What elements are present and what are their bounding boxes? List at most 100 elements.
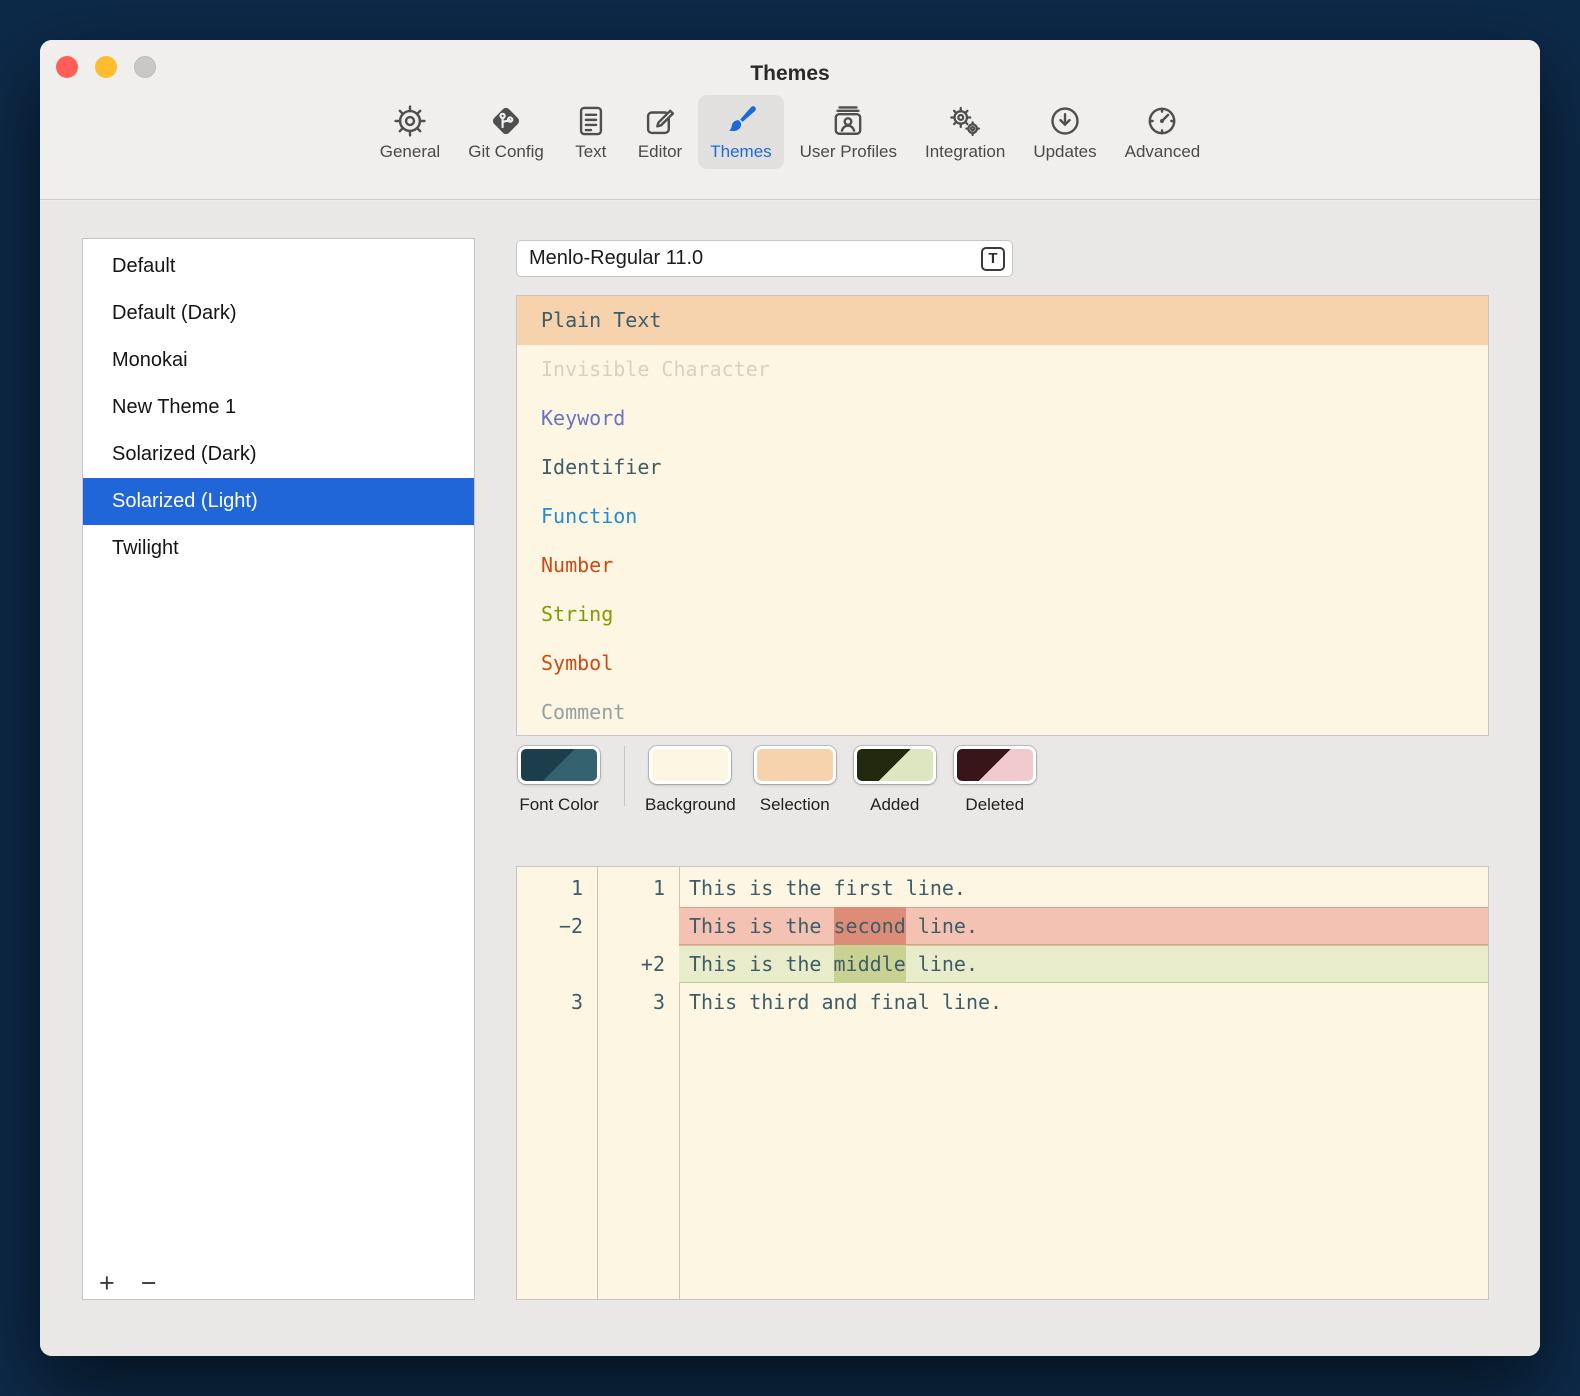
download-circle-icon	[1047, 103, 1083, 139]
font-field[interactable]: Menlo-Regular 11.0 T	[516, 240, 1013, 277]
diff-line-text: This is the middle line.	[679, 945, 1488, 983]
theme-list-item-twilight[interactable]: Twilight	[83, 525, 474, 572]
text-document-icon	[573, 103, 609, 139]
toolbar-item-label: Integration	[925, 142, 1005, 162]
editor-pencil-icon	[642, 103, 678, 139]
diff-text-segment: This third and final line.	[689, 990, 1002, 1014]
swatch-color-well	[754, 746, 836, 784]
paintbrush-icon	[723, 103, 759, 139]
preview-token-identifier[interactable]: Identifier	[517, 443, 1488, 492]
diff-line-text: This third and final line.	[679, 983, 1488, 1021]
swatch-background[interactable]: Background	[645, 746, 736, 815]
preview-token-keyword[interactable]: Keyword	[517, 394, 1488, 443]
advanced-dial-icon	[1144, 103, 1180, 139]
diff-new-line-number: +2	[597, 945, 679, 983]
preview-token-comment[interactable]: Comment	[517, 688, 1488, 736]
theme-list-item-monokai[interactable]: Monokai	[83, 337, 474, 384]
swatch-color-well	[649, 746, 731, 784]
diff-line-text: This is the second line.	[679, 907, 1488, 945]
toolbar-item-editor[interactable]: Editor	[626, 95, 694, 169]
git-branch-badge-icon	[488, 103, 524, 139]
diff-new-line-number: 3	[597, 983, 679, 1021]
user-card-icon	[830, 103, 866, 139]
swatch-color-well	[518, 746, 600, 784]
toolbar-item-label: User Profiles	[800, 142, 897, 162]
diff-rows: 11 This is the first line. −2 This is the s…	[517, 869, 1488, 1021]
font-picker-button[interactable]: T	[981, 247, 1005, 271]
toolbar-item-integration[interactable]: Integration	[913, 95, 1017, 169]
theme-list-item-default-dark[interactable]: Default (Dark)	[83, 290, 474, 337]
color-swatch-row: Font Color Background Selection Added Delete…	[516, 746, 1054, 815]
diff-line-text: This is the first line.	[679, 869, 1488, 907]
preview-token-function[interactable]: Function	[517, 492, 1488, 541]
content-area: Default Default (Dark) Monokai New Theme 1 S…	[40, 201, 1540, 1356]
preview-token-string[interactable]: String	[517, 590, 1488, 639]
theme-list-item-solarized-light[interactable]: Solarized (Light)	[83, 478, 474, 525]
preview-token-plain-text[interactable]: Plain Text	[517, 296, 1488, 345]
theme-list-items: Default Default (Dark) Monokai New Theme 1 S…	[83, 239, 474, 572]
swatch-label: Background	[645, 795, 736, 815]
diff-text-segment: This is the	[689, 914, 834, 938]
diff-new-line-number: 1	[597, 869, 679, 907]
diff-text-segment: line.	[906, 914, 978, 938]
diff-row: 11 This is the first line.	[517, 869, 1488, 907]
diff-text-segment: line.	[906, 952, 978, 976]
diff-old-line-number: 3	[517, 983, 597, 1021]
diff-row: +2This is the middle line.	[517, 945, 1488, 983]
theme-list-item-label: Monokai	[112, 349, 188, 371]
preview-token-symbol[interactable]: Symbol	[517, 639, 1488, 688]
theme-list-item-new-theme-1[interactable]: New Theme 1	[83, 384, 474, 431]
toolbar-item-user-profiles[interactable]: User Profiles	[788, 95, 909, 169]
toolbar-item-label: General	[380, 142, 440, 162]
remove-theme-button[interactable]: −	[135, 1270, 163, 1297]
swatch-label: Deleted	[965, 795, 1024, 815]
swatch-label: Font Color	[519, 795, 598, 815]
window-title: Themes	[40, 62, 1540, 86]
theme-list-item-label: Twilight	[112, 537, 179, 559]
theme-list-item-label: Default	[112, 255, 175, 277]
diff-row: 33 This third and final line.	[517, 983, 1488, 1021]
diff-text-segment: This is the first line.	[689, 876, 966, 900]
titlebar: Themes General Git Config Text Editor Themes…	[40, 40, 1540, 200]
swatch-deleted[interactable]: Deleted	[954, 746, 1036, 815]
toolbar-item-themes[interactable]: Themes	[698, 95, 783, 169]
theme-list-item-label: New Theme 1	[112, 396, 236, 418]
diff-old-line-number	[517, 945, 597, 983]
theme-list-item-label: Solarized (Light)	[112, 490, 258, 512]
swatch-added[interactable]: Added	[854, 746, 936, 815]
theme-list-footer: + −	[93, 1270, 163, 1297]
toolbar-item-label: Git Config	[468, 142, 544, 162]
toolbar-item-label: Text	[575, 142, 606, 162]
toolbar-item-advanced[interactable]: Advanced	[1113, 95, 1213, 169]
theme-token-preview: Plain TextInvisible CharacterKeywordIden…	[516, 295, 1489, 736]
add-theme-button[interactable]: +	[93, 1270, 121, 1297]
preview-token-invisible-character[interactable]: Invisible Character	[517, 345, 1488, 394]
theme-list-item-label: Default (Dark)	[112, 302, 236, 324]
toolbar-item-label: Editor	[638, 142, 682, 162]
theme-list-item-default[interactable]: Default	[83, 243, 474, 290]
toolbar-item-text[interactable]: Text	[560, 95, 622, 169]
preview-token-number[interactable]: Number	[517, 541, 1488, 590]
toolbar-item-label: Advanced	[1125, 142, 1201, 162]
toolbar-item-updates[interactable]: Updates	[1021, 95, 1108, 169]
diff-old-line-number: −2	[517, 907, 597, 945]
diff-word-highlight: middle	[834, 945, 906, 983]
toolbar-item-git-config[interactable]: Git Config	[456, 95, 556, 169]
theme-list-item-solarized-dark[interactable]: Solarized (Dark)	[83, 431, 474, 478]
gears-icon	[947, 103, 983, 139]
swatch-color-well	[854, 746, 936, 784]
diff-new-line-number	[597, 907, 679, 945]
swatch-selection[interactable]: Selection	[754, 746, 836, 815]
gear-icon	[392, 103, 428, 139]
swatch-font-color[interactable]: Font Color	[518, 746, 600, 815]
swatch-color-well	[954, 746, 1036, 784]
theme-list-item-label: Solarized (Dark)	[112, 443, 256, 465]
preferences-window: Themes General Git Config Text Editor Themes…	[40, 40, 1540, 1356]
diff-old-line-number: 1	[517, 869, 597, 907]
preferences-toolbar: General Git Config Text Editor Themes User Pr…	[40, 95, 1540, 169]
swatch-label: Selection	[760, 795, 830, 815]
toolbar-item-general[interactable]: General	[368, 95, 452, 169]
toolbar-item-label: Updates	[1033, 142, 1096, 162]
diff-text-segment: This is the	[689, 952, 834, 976]
diff-word-highlight: second	[834, 907, 906, 945]
